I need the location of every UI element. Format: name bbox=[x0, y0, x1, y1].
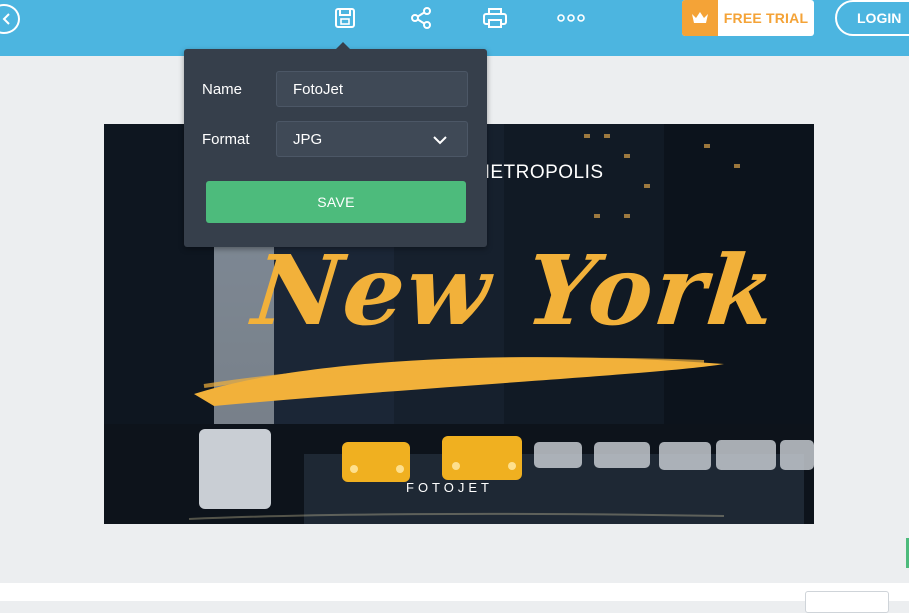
bottom-control[interactable] bbox=[805, 591, 889, 613]
save-dialog: Name FotoJet Format JPG SAVE bbox=[184, 42, 487, 247]
print-tool-button[interactable] bbox=[482, 5, 508, 31]
format-value: JPG bbox=[293, 130, 323, 148]
design-watermark: FOTOJET bbox=[406, 480, 493, 495]
more-tool-button[interactable] bbox=[557, 5, 585, 31]
chevron-left-icon bbox=[2, 13, 10, 25]
save-tool-button[interactable] bbox=[332, 5, 358, 31]
bottom-bar bbox=[0, 583, 909, 601]
more-icon bbox=[557, 14, 585, 22]
free-trial-label: FREE TRIAL bbox=[723, 10, 809, 26]
format-label: Format bbox=[202, 131, 250, 148]
name-label: Name bbox=[202, 81, 243, 98]
free-trial-button[interactable]: FREE TRIAL bbox=[682, 0, 814, 36]
chevron-down-icon bbox=[433, 136, 447, 145]
print-icon bbox=[483, 8, 507, 28]
login-button[interactable]: LOGIN bbox=[835, 0, 909, 36]
share-icon bbox=[411, 7, 431, 29]
dialog-pointer bbox=[336, 42, 350, 49]
format-select[interactable]: JPG bbox=[276, 121, 468, 157]
crown-icon bbox=[682, 0, 718, 36]
name-field[interactable]: FotoJet bbox=[276, 71, 468, 107]
back-button[interactable] bbox=[0, 4, 20, 34]
save-button[interactable]: SAVE bbox=[206, 181, 466, 223]
design-title: New York bbox=[248, 234, 783, 347]
save-icon bbox=[335, 8, 355, 28]
top-toolbar: FREE TRIAL LOGIN bbox=[0, 0, 909, 56]
design-subtitle: METROPOLIS bbox=[474, 162, 604, 183]
share-tool-button[interactable] bbox=[408, 5, 434, 31]
